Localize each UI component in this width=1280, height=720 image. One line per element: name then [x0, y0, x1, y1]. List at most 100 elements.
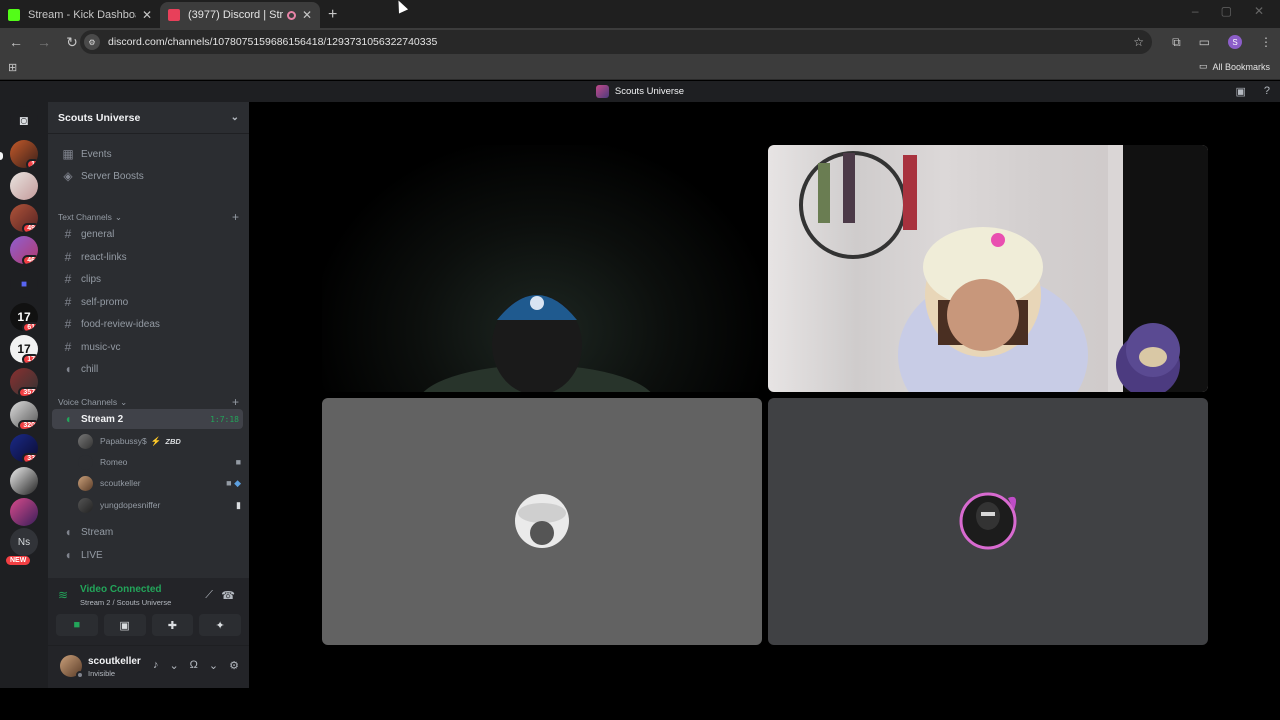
- channel-label: react-links: [81, 251, 127, 263]
- cast-icon[interactable]: ▭: [1199, 35, 1210, 49]
- channel-label: music-vc: [81, 341, 121, 353]
- home-discord-icon[interactable]: ◙: [10, 106, 38, 134]
- channel-music-vc[interactable]: # music-vc: [52, 337, 243, 357]
- server-icon[interactable]: 17 61: [10, 303, 38, 331]
- signal-icon: ≋: [58, 588, 69, 602]
- back-icon[interactable]: ←: [4, 34, 28, 50]
- channel-label: Stream: [81, 526, 114, 538]
- video-tile-webcam-dark[interactable]: [322, 145, 762, 392]
- maximize-icon[interactable]: ▢: [1221, 4, 1232, 18]
- chevron-down-icon: ⌄: [120, 396, 128, 407]
- server-icon[interactable]: 49: [10, 204, 38, 232]
- all-bookmarks-button[interactable]: ▭ All Bookmarks: [1199, 61, 1270, 72]
- server-icon[interactable]: [10, 172, 38, 200]
- add-channel-icon[interactable]: +: [232, 210, 239, 224]
- server-boosts-item[interactable]: ◈ Server Boosts: [52, 166, 243, 186]
- tab-kick-dashboard[interactable]: Stream - Kick Dashboard ✕: [0, 2, 160, 28]
- close-window-icon[interactable]: ✕: [1254, 4, 1264, 18]
- voice-channel-live[interactable]: ◖ LIVE: [52, 545, 243, 565]
- bookmark-star-icon[interactable]: ☆: [1133, 35, 1144, 49]
- user-name[interactable]: scoutkeller: [88, 656, 141, 667]
- soundboard-button[interactable]: ✦: [199, 614, 241, 636]
- close-tab-icon[interactable]: ✕: [142, 8, 152, 22]
- server-text-icon[interactable]: Ns: [10, 528, 38, 556]
- tab-discord[interactable]: (3977) Discord | Stream 2 | ✕: [160, 2, 320, 28]
- bookmarks-bar: ⊞ ▭ All Bookmarks: [0, 56, 1280, 80]
- channel-react-links[interactable]: # react-links: [52, 247, 243, 267]
- status-indicator: [76, 671, 84, 679]
- server-icon[interactable]: 1: [10, 140, 38, 168]
- video-tile-avatar[interactable]: [768, 398, 1208, 645]
- server-header[interactable]: Scouts Universe ⌄: [48, 102, 249, 134]
- channel-self-promo[interactable]: # self-promo: [52, 292, 243, 312]
- bottom-strip: [0, 688, 1280, 720]
- apps-grid-icon[interactable]: ⊞: [8, 61, 17, 74]
- camera-icon: ■: [235, 457, 241, 467]
- text-channels-category[interactable]: Text Channels ⌄ +: [58, 210, 239, 224]
- avatar: [78, 497, 93, 513]
- server-icon[interactable]: 33: [10, 434, 38, 462]
- close-tab-icon[interactable]: ✕: [302, 8, 312, 22]
- channel-general[interactable]: # general: [52, 224, 243, 244]
- server-icon[interactable]: [10, 498, 38, 526]
- help-icon[interactable]: ?: [1264, 85, 1270, 98]
- events-item[interactable]: ▦ Events: [52, 144, 243, 164]
- category-label: Voice Channels: [58, 397, 118, 407]
- profile-avatar[interactable]: S: [1228, 35, 1242, 49]
- window-title: Scouts Universe: [614, 86, 685, 97]
- activity-icon: ▮: [236, 499, 241, 510]
- chevron-down-icon[interactable]: ⌄: [209, 659, 218, 672]
- voice-user[interactable]: scoutkeller ■ ◆: [78, 473, 241, 493]
- server-icon[interactable]: 357: [10, 368, 38, 396]
- add-channel-icon[interactable]: +: [232, 395, 239, 409]
- video-tile-avatar[interactable]: [322, 398, 762, 645]
- user-name: Romeo: [100, 457, 128, 467]
- settings-gear-icon[interactable]: ⚙: [229, 659, 239, 672]
- voice-channel-stream[interactable]: ◖ Stream: [52, 522, 243, 542]
- folder-icon[interactable]: ■: [10, 270, 38, 298]
- video-tile-webcam-bright[interactable]: [768, 145, 1208, 392]
- hashtag-icon: #: [64, 295, 72, 309]
- server-icon[interactable]: 17 17: [10, 335, 38, 363]
- user-name: Papabussy$: [100, 436, 147, 446]
- activity-button[interactable]: ✚: [151, 614, 194, 636]
- voice-channel-stream-2[interactable]: ◖ Stream 2 1:7:18: [52, 409, 243, 429]
- video-grid: [249, 102, 1280, 688]
- disconnect-icon[interactable]: ☎: [221, 589, 235, 602]
- inbox-icon[interactable]: ▣: [1235, 85, 1245, 98]
- channel-chill[interactable]: ◖ chill: [52, 359, 243, 379]
- headphones-icon[interactable]: Ω: [190, 659, 198, 672]
- camera-button[interactable]: ■: [56, 614, 98, 636]
- chevron-down-icon[interactable]: ⌄: [169, 659, 178, 672]
- server-boosts-label: Server Boosts: [81, 170, 144, 182]
- channel-food-review-ideas[interactable]: # food-review-ideas: [52, 314, 243, 334]
- screen-share-button[interactable]: ▣: [103, 614, 146, 636]
- menu-icon[interactable]: ⋮: [1260, 35, 1272, 49]
- channel-label: chill: [81, 363, 99, 375]
- channel-clips[interactable]: # clips: [52, 269, 243, 289]
- server-icon[interactable]: 320: [10, 401, 38, 429]
- voice-user[interactable]: yungdopesniffer ▮: [78, 495, 241, 515]
- voice-user[interactable]: Romeo ■: [78, 452, 241, 472]
- hashtag-icon: #: [64, 272, 72, 286]
- microphone-icon[interactable]: ♪: [153, 659, 159, 672]
- site-info-icon[interactable]: ⚙: [84, 34, 100, 50]
- voice-location[interactable]: Stream 2 / Scouts Universe: [80, 598, 171, 607]
- url-bar[interactable]: ⚙ discord.com/channels/10780751596861564…: [80, 30, 1152, 54]
- voice-channels-category[interactable]: Voice Channels ⌄ +: [58, 395, 239, 409]
- mention-badge: 46: [22, 255, 38, 264]
- chevron-down-icon: ⌄: [230, 112, 239, 123]
- boost-icon: ◈: [63, 169, 73, 183]
- extensions-icon[interactable]: ⧉: [1172, 35, 1181, 50]
- server-icon[interactable]: [10, 467, 38, 495]
- user-name: yungdopesniffer: [100, 500, 161, 510]
- minimize-icon[interactable]: –: [1192, 4, 1199, 18]
- category-label: Text Channels: [58, 212, 112, 222]
- mention-badge: 33: [22, 453, 38, 462]
- voice-user[interactable]: Papabussy$ ⚡ ZBD: [78, 431, 241, 451]
- forward-icon[interactable]: →: [32, 34, 56, 50]
- server-icon[interactable]: 46: [10, 236, 38, 264]
- noise-suppression-icon[interactable]: ⟋: [205, 589, 213, 602]
- all-bookmarks-label: All Bookmarks: [1212, 61, 1270, 72]
- new-tab-button[interactable]: +: [328, 6, 337, 24]
